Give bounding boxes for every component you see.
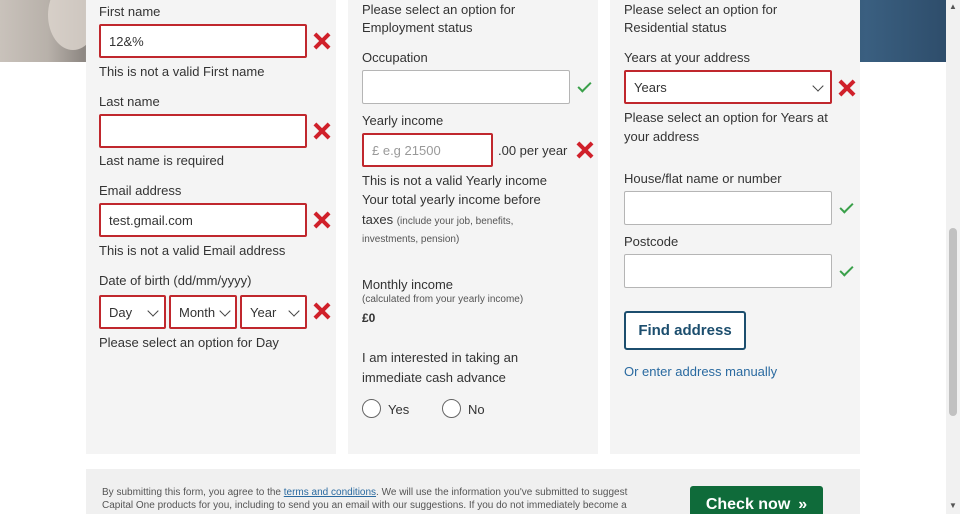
chevron-down-icon xyxy=(219,305,231,317)
chevron-down-icon xyxy=(812,80,824,92)
find-address-button[interactable]: Find address xyxy=(624,311,746,350)
cash-advance-yes-label[interactable]: Yes xyxy=(388,400,409,419)
cash-advance-question-line2: immediate cash advance xyxy=(362,370,506,385)
yearly-income-error: This is not a valid Yearly income xyxy=(362,173,547,188)
cash-advance-no-label[interactable]: No xyxy=(468,400,485,419)
enter-address-manually-link[interactable]: Or enter address manually xyxy=(624,364,777,379)
email-value: test.gmail.com xyxy=(109,212,193,228)
years-at-address-label: Years at your address xyxy=(624,50,750,65)
page-scrollbar[interactable]: ▲ ▼ xyxy=(946,0,960,514)
last-name-input[interactable] xyxy=(99,114,307,148)
dob-error: Please select an option for Day xyxy=(99,335,279,350)
email-input[interactable]: test.gmail.com xyxy=(99,203,307,237)
occupation-input[interactable] xyxy=(362,70,570,104)
employment-error-line1: Please select an option for xyxy=(362,2,516,17)
scroll-up-arrow-icon[interactable]: ▲ xyxy=(949,3,957,11)
cash-advance-yes-radio[interactable] xyxy=(362,399,381,418)
yearly-income-suffix: .00 per year xyxy=(498,143,568,158)
years-at-address-select[interactable]: Years xyxy=(624,70,832,104)
address-panel: Please select an option for Residential … xyxy=(610,0,860,454)
first-name-value: 12&% xyxy=(109,33,144,49)
employment-panel: Please select an option for Employment s… xyxy=(348,0,598,454)
error-cross-icon xyxy=(838,79,856,97)
postcode-label: Postcode xyxy=(624,234,679,249)
years-at-address-error-line2: your address xyxy=(624,129,700,144)
income-help-line1: Your total yearly income before xyxy=(362,192,541,207)
yearly-income-label: Yearly income xyxy=(362,113,444,128)
residential-error-line1: Please select an option for xyxy=(624,2,778,17)
dob-day-select[interactable]: Day xyxy=(99,295,166,329)
email-error: This is not a valid Email address xyxy=(99,243,286,258)
income-help-taxes: taxes xyxy=(362,212,394,227)
error-cross-icon xyxy=(313,122,331,140)
house-label: House/flat name or number xyxy=(624,171,782,186)
consent-text: By submitting this form, you agree to th… xyxy=(102,486,657,512)
dob-day-value: Day xyxy=(109,304,133,320)
personal-details-panel: First name 12&% This is not a valid Firs… xyxy=(86,0,336,454)
terms-link[interactable]: terms and conditions xyxy=(284,487,376,498)
dob-month-value: Month xyxy=(179,304,216,320)
check-now-button[interactable]: Check now » xyxy=(690,486,823,514)
email-label: Email address xyxy=(99,183,182,198)
yearly-income-placeholder: £ e.g 21500 xyxy=(372,142,441,158)
occupation-label: Occupation xyxy=(362,50,428,65)
scroll-down-arrow-icon[interactable]: ▼ xyxy=(949,502,957,510)
error-cross-icon xyxy=(313,302,331,320)
cash-advance-question-line1: I am interested in taking an xyxy=(362,350,519,365)
valid-check-icon xyxy=(838,263,854,279)
income-help-small1: (include your job, benefits, xyxy=(396,216,514,227)
valid-check-icon xyxy=(838,200,854,216)
error-cross-icon xyxy=(576,141,594,159)
valid-check-icon xyxy=(576,79,592,95)
monthly-income-note: (calculated from your yearly income) xyxy=(362,294,524,305)
years-at-address-error-line1: Please select an option for Years at xyxy=(624,110,828,125)
chevron-down-icon xyxy=(288,305,300,317)
double-chevron-right-icon: » xyxy=(798,496,808,513)
house-input[interactable] xyxy=(624,191,832,225)
submit-panel: By submitting this form, you agree to th… xyxy=(86,469,860,514)
income-help-line2: taxes (include your job, benefits, xyxy=(362,210,513,231)
yearly-income-input[interactable]: £ e.g 21500 xyxy=(362,133,493,167)
scrollbar-thumb[interactable] xyxy=(949,228,957,416)
dob-label: Date of birth (dd/mm/yyyy) xyxy=(99,273,252,288)
cash-advance-no-radio[interactable] xyxy=(442,399,461,418)
first-name-input[interactable]: 12&% xyxy=(99,24,307,58)
dob-year-value: Year xyxy=(250,304,277,320)
monthly-income-value: £0 xyxy=(362,311,376,325)
check-now-label: Check now xyxy=(705,496,791,513)
income-help-small2: investments, pension) xyxy=(362,234,460,245)
error-cross-icon xyxy=(313,211,331,229)
dob-year-select[interactable]: Year xyxy=(240,295,307,329)
consent-text-before: By submitting this form, you agree to th… xyxy=(102,487,284,498)
first-name-label: First name xyxy=(99,4,161,19)
postcode-input[interactable] xyxy=(624,254,832,288)
first-name-error: This is not a valid First name xyxy=(99,64,265,79)
last-name-error: Last name is required xyxy=(99,153,225,168)
residential-error-line2: Residential status xyxy=(624,20,727,35)
last-name-label: Last name xyxy=(99,94,160,109)
chevron-down-icon xyxy=(147,305,159,317)
dob-month-select[interactable]: Month xyxy=(169,295,237,329)
years-at-address-value: Years xyxy=(634,79,667,95)
error-cross-icon xyxy=(313,32,331,50)
employment-error-line2: Employment status xyxy=(362,20,473,35)
